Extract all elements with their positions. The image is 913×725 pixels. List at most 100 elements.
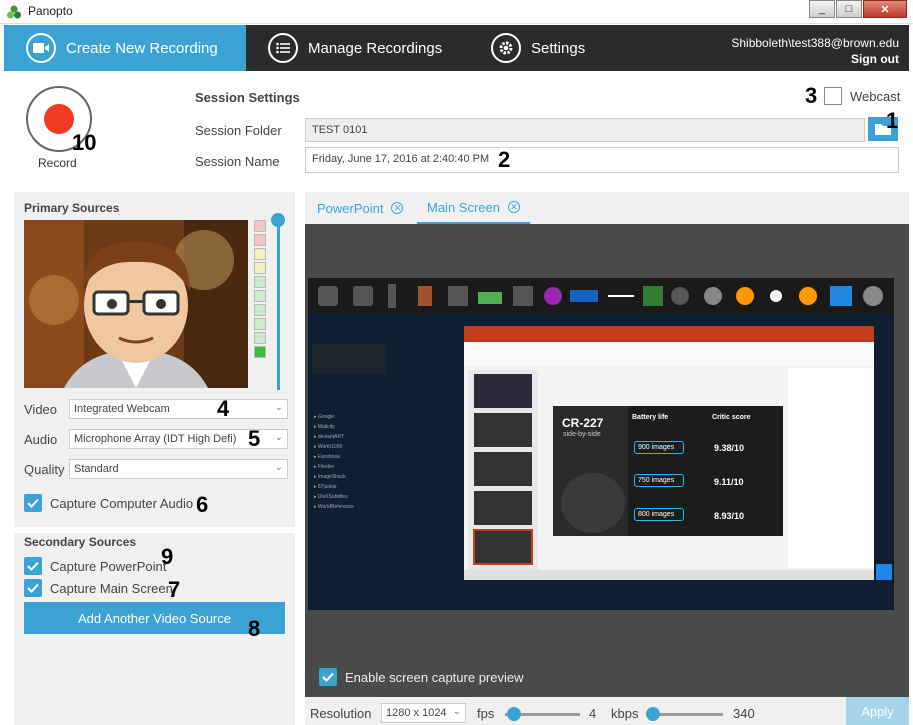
- annotation-2: 2: [498, 147, 511, 172]
- tab-powerpoint[interactable]: PowerPoint ✕: [317, 192, 404, 224]
- tab-manage-recordings[interactable]: Manage Recordings: [268, 25, 442, 71]
- tab-label: Create New Recording: [66, 39, 218, 57]
- capture-powerpoint-checkbox[interactable]: [24, 557, 42, 575]
- enable-screen-preview-checkbox[interactable]: [319, 668, 337, 686]
- resolution-select-value: 1280 x 1024: [386, 707, 447, 719]
- annotation-5: 5: [248, 426, 261, 451]
- annotation-1: 1: [886, 108, 899, 133]
- quality-label: Quality: [24, 462, 65, 477]
- window-titlebar: Panopto _ □ ✕: [0, 0, 913, 24]
- session-settings-title: Session Settings: [195, 90, 300, 105]
- tab-label: Settings: [531, 39, 586, 57]
- list-icon: [268, 33, 298, 63]
- checkmark-icon: [322, 672, 334, 682]
- session-name-label: Session Name: [195, 154, 280, 169]
- user-info: Shibboleth\test388@brown.edu Sign out: [731, 35, 899, 67]
- sign-out-link[interactable]: Sign out: [731, 51, 899, 67]
- minimize-button[interactable]: _: [809, 0, 835, 18]
- resolution-select[interactable]: 1280 x 1024 ⌄: [381, 703, 466, 723]
- audio-select-value: Microphone Array (IDT High Defi): [74, 433, 237, 445]
- svg-text:▸ WorldReference: ▸ WorldReference: [314, 504, 354, 510]
- apply-button[interactable]: Apply: [846, 697, 909, 725]
- tab-label: Main Screen: [427, 199, 500, 215]
- record-dot-icon: [44, 104, 74, 134]
- annotation-8: 8: [248, 616, 261, 641]
- svg-text:▸ DivXSubtitles: ▸ DivXSubtitles: [314, 494, 348, 500]
- checkmark-icon: [27, 583, 39, 593]
- slide-score-3: 8.93/10: [714, 511, 745, 521]
- secondary-sources-title: Secondary Sources: [24, 535, 137, 549]
- preview-tabs: PowerPoint ✕ Main Screen ✕: [305, 192, 909, 224]
- gear-icon: [491, 33, 521, 63]
- main-screen-capture: ▸ Google ▸ Mailcity ▸ deviantART ▸ Worth100…: [308, 278, 894, 610]
- fps-value: 4: [589, 706, 597, 721]
- tab-label: PowerPoint: [317, 200, 384, 216]
- annotation-3: 3: [805, 83, 818, 108]
- capture-main-screen-checkbox[interactable]: [24, 579, 42, 597]
- slide-subtitle: side-by-side: [563, 431, 601, 438]
- quality-select-value: Standard: [74, 463, 119, 475]
- slide-battery-3: 800 images: [634, 508, 684, 521]
- top-nav: Create New Recording Manage Recordings S…: [4, 25, 909, 71]
- resolution-label: Resolution: [310, 706, 372, 721]
- svg-text:▸ Mailcity: ▸ Mailcity: [314, 424, 335, 430]
- session-folder-field[interactable]: TEST 0101: [305, 118, 865, 142]
- slide-score-1: 9.38/10: [714, 443, 745, 453]
- close-tab-icon[interactable]: ✕: [391, 202, 404, 214]
- checkmark-icon: [27, 561, 39, 571]
- primary-sources-title: Primary Sources: [24, 201, 120, 215]
- webcast-checkbox[interactable]: [824, 87, 842, 105]
- svg-text:▸ Worth1000: ▸ Worth1000: [314, 444, 342, 450]
- quality-select[interactable]: Standard ⌄: [69, 459, 288, 479]
- window-title: Panopto: [28, 4, 73, 18]
- camera-icon: [26, 33, 56, 63]
- video-select[interactable]: Integrated Webcam ⌄: [69, 399, 288, 419]
- enable-screen-preview-label: Enable screen capture preview: [345, 670, 524, 685]
- annotation-6: 6: [196, 492, 209, 517]
- slide-critic-heading: Critic score: [712, 414, 751, 421]
- video-select-value: Integrated Webcam: [74, 403, 170, 415]
- svg-text:▸ Google: ▸ Google: [314, 414, 334, 420]
- close-button[interactable]: ✕: [863, 0, 907, 18]
- chevron-down-icon: ⌄: [274, 432, 283, 443]
- svg-text:▸ 87junkie: ▸ 87junkie: [314, 484, 337, 490]
- chevron-down-icon: ⌄: [274, 402, 283, 413]
- tab-main-screen[interactable]: Main Screen ✕: [417, 192, 530, 224]
- panopto-logo-icon: [7, 5, 21, 19]
- capture-main-screen-label: Capture Main Screen: [50, 581, 173, 596]
- kbps-slider-knob[interactable]: [646, 707, 660, 721]
- tab-create-new-recording[interactable]: Create New Recording: [4, 25, 246, 71]
- capture-powerpoint-label: Capture PowerPoint: [50, 559, 167, 574]
- svg-text:▸ ImageShack: ▸ ImageShack: [314, 474, 346, 480]
- capture-computer-audio-checkbox[interactable]: [24, 494, 42, 512]
- audio-level-meter: [254, 220, 266, 360]
- checkmark-icon: [27, 498, 39, 508]
- slide-battery-heading: Battery life: [632, 414, 669, 421]
- tab-label: Manage Recordings: [308, 39, 443, 57]
- fps-slider-knob[interactable]: [507, 707, 521, 721]
- webcast-label: Webcast: [850, 89, 901, 104]
- tab-settings[interactable]: Settings: [491, 25, 585, 71]
- video-label: Video: [24, 402, 58, 417]
- user-name: Shibboleth\test388@brown.edu: [731, 36, 899, 50]
- slide-title: CR-227: [562, 416, 604, 430]
- chevron-down-icon: ⌄: [452, 706, 461, 717]
- annotation-4: 4: [217, 396, 230, 421]
- svg-text:▸ Fileden: ▸ Fileden: [314, 464, 335, 470]
- capture-computer-audio-label: Capture Computer Audio: [50, 496, 194, 511]
- chevron-down-icon: ⌄: [274, 462, 283, 473]
- maximize-button[interactable]: □: [836, 0, 862, 18]
- svg-text:▸ Facebook: ▸ Facebook: [314, 454, 340, 460]
- slide-score-2: 9.11/10: [714, 477, 744, 487]
- add-video-source-button[interactable]: Add Another Video Source: [24, 602, 285, 634]
- session-name-field[interactable]: Friday, June 17, 2016 at 2:40:40 PM: [305, 147, 899, 173]
- annotation-9: 9: [161, 544, 174, 569]
- webcam-preview: [24, 220, 248, 388]
- audio-gain-slider[interactable]: [277, 224, 280, 390]
- svg-text:▸ deviantART: ▸ deviantART: [314, 434, 344, 440]
- fps-label: fps: [477, 706, 495, 721]
- audio-label: Audio: [24, 432, 58, 447]
- close-tab-icon[interactable]: ✕: [507, 201, 520, 213]
- audio-gain-knob[interactable]: [271, 213, 285, 227]
- annotation-7: 7: [168, 577, 181, 602]
